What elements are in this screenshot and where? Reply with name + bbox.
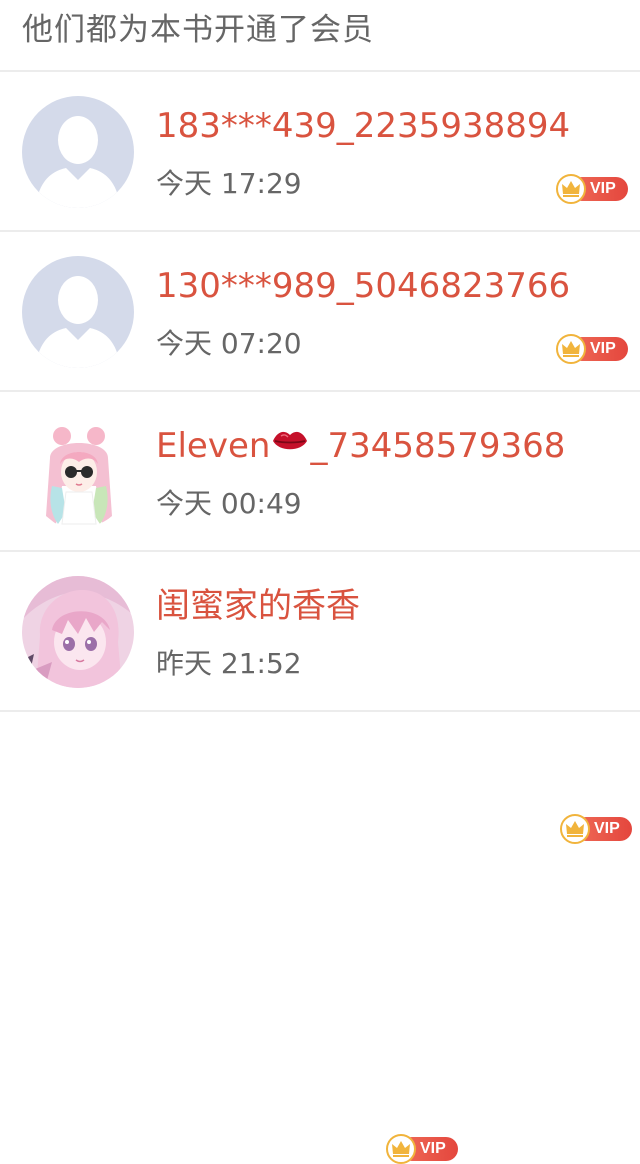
member-time: 今天 17:29: [156, 167, 302, 200]
anime-girl-sunglasses-avatar-icon: [22, 416, 134, 528]
member-name-prefix: Eleven: [156, 426, 271, 466]
avatar[interactable]: [22, 576, 134, 688]
lips-icon: [271, 421, 309, 469]
member-time: 今天 00:49: [156, 487, 302, 520]
vip-badge: VIP: [560, 814, 634, 844]
member-name-suffix: _73458579368: [310, 426, 566, 466]
member-name[interactable]: Eleven _73458579368: [156, 422, 565, 472]
member-time: 今天 07:20: [156, 327, 302, 360]
member-list: 183***439_2235938894 VIP 今天 17:29 130***…: [0, 72, 640, 1164]
vip-badge: VIP: [556, 174, 630, 204]
page-title: 他们都为本书开通了会员: [22, 12, 374, 48]
anime-girl-pink-avatar-icon: [22, 576, 134, 688]
crown-icon: [556, 174, 586, 204]
member-time: 昨天 21:52: [156, 647, 302, 680]
crown-icon: [556, 334, 586, 364]
default-user-avatar-icon: [22, 96, 134, 208]
avatar[interactable]: [22, 416, 134, 528]
header: 他们都为本书开通了会员: [0, 0, 640, 72]
crown-icon: [386, 1134, 416, 1164]
list-item[interactable]: 闺蜜家的香香 VIP 昨天 21:52: [0, 552, 640, 1164]
vip-badge: VIP: [556, 334, 630, 364]
default-user-avatar-icon: [22, 256, 134, 368]
list-item[interactable]: Eleven _73458579368 VIP 今天 00:49: [0, 392, 640, 844]
member-name[interactable]: 130***989_5046823766: [156, 262, 570, 310]
list-item[interactable]: 183***439_2235938894 VIP 今天 17:29: [0, 72, 640, 232]
member-name[interactable]: 闺蜜家的香香: [156, 582, 360, 630]
crown-icon: [560, 814, 590, 844]
member-name[interactable]: 183***439_2235938894: [156, 102, 570, 150]
avatar[interactable]: [22, 96, 134, 208]
list-item[interactable]: 130***989_5046823766 VIP 今天 07:20: [0, 232, 640, 392]
vip-badge: VIP: [386, 1134, 460, 1164]
avatar[interactable]: [22, 256, 134, 368]
